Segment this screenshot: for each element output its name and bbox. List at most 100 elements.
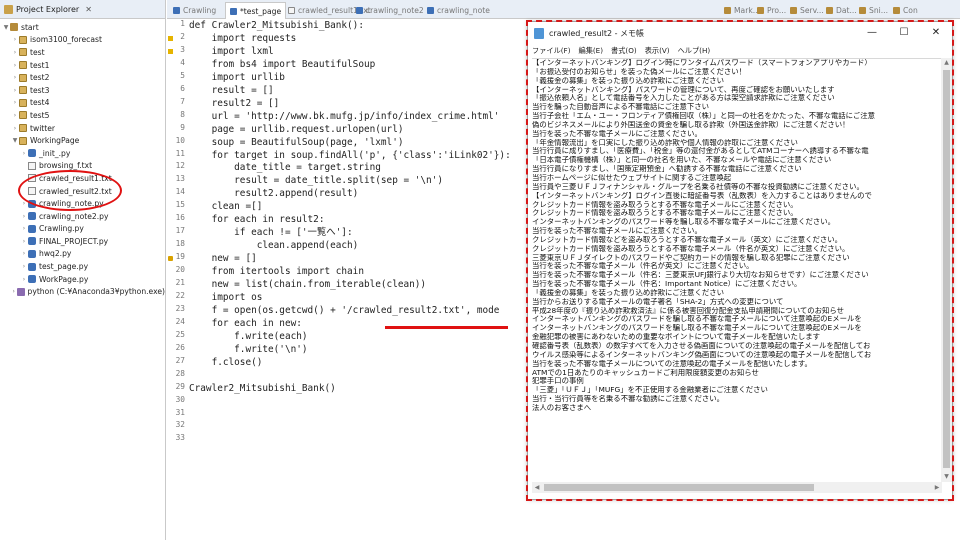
tree-item[interactable]: ▼ start	[0, 21, 165, 34]
tree-item[interactable]: › twitter	[0, 122, 165, 135]
chevron-right-icon[interactable]: ›	[20, 238, 28, 245]
chevron-right-icon[interactable]: ›	[20, 150, 28, 157]
tree-item[interactable]: › hwq2.py	[0, 248, 165, 261]
tree-item-label: hwq2.py	[39, 249, 72, 259]
notepad-menu-item[interactable]: ヘルプ(H)	[678, 46, 711, 56]
editor-tab[interactable]: crawling_note	[423, 2, 494, 19]
notepad-menu-item[interactable]: 編集(E)	[579, 46, 604, 56]
chevron-right-icon[interactable]: ›	[20, 263, 28, 270]
chevron-right-icon[interactable]: ›	[11, 112, 19, 119]
chevron-right-icon[interactable]: ›	[20, 225, 28, 232]
close-button[interactable]: ✕	[920, 22, 952, 44]
tree-item[interactable]: › python (C:¥Anaconda3¥python.exe)	[0, 285, 165, 298]
vertical-scrollbar[interactable]: ▲ ▼	[941, 58, 952, 482]
chevron-right-icon[interactable]: ›	[20, 213, 28, 220]
chevron-right-icon[interactable]: ›	[11, 74, 19, 81]
notepad-text-line: 当行を装った不審な電子メールについての注意喚起の電子メールを配信いたします。	[532, 359, 812, 368]
notepad-text-line: 当行子会社「エム・ユー・フロンティア債権回収（株）」と同一の社名をかたった、不審…	[532, 112, 876, 121]
chevron-right-icon[interactable]: ›	[11, 288, 17, 295]
chevron-right-icon[interactable]: ›	[11, 62, 19, 69]
chevron-right-icon[interactable]: ›	[11, 125, 19, 132]
scroll-left-icon[interactable]: ◀	[532, 482, 542, 493]
code-line: soup = BeautifulSoup(page, 'lxml')	[189, 136, 404, 148]
editor-tab[interactable]: Pro...	[753, 2, 790, 19]
line-number: 15	[175, 200, 185, 210]
code-line: from itertools import chain	[189, 266, 364, 278]
package-icon	[19, 61, 27, 70]
editor-tab[interactable]: Sni...	[855, 2, 892, 19]
editor-tab[interactable]: Crawling	[169, 2, 220, 19]
tree-item-label: test4	[30, 98, 50, 108]
tree-item-label: Crawling.py	[39, 224, 84, 234]
project-folder-icon	[10, 23, 18, 32]
tree-item[interactable]: › test3	[0, 84, 165, 97]
chevron-right-icon[interactable]: ›	[20, 250, 28, 257]
tree-item[interactable]: › WorkPage.py	[0, 273, 165, 286]
notepad-menu-item[interactable]: 書式(O)	[611, 46, 637, 56]
highlight-circle	[18, 170, 122, 211]
notepad-title-bar[interactable]: crawled_result2 - メモ帳 — ☐ ✕	[528, 22, 952, 44]
chevron-down-icon[interactable]: ▼	[11, 137, 19, 144]
editor-tab[interactable]: *test_page	[225, 2, 287, 19]
chevron-right-icon[interactable]: ›	[11, 36, 19, 43]
notepad-menu-item[interactable]: ファイル(F)	[532, 46, 571, 56]
scroll-right-icon[interactable]: ▶	[932, 482, 942, 493]
tree-item[interactable]: › Crawling.py	[0, 223, 165, 236]
chevron-right-icon[interactable]: ›	[11, 99, 19, 106]
horizontal-scrollbar[interactable]: ◀ ▶	[532, 482, 942, 493]
notepad-text-line: 犯罪手口の事例	[532, 377, 584, 386]
explorer-tab-bar: Project Explorer ✕	[0, 0, 165, 19]
line-number: 3	[180, 44, 185, 54]
tree-item[interactable]: › FINAL_PROJECT.py	[0, 235, 165, 248]
maximize-button[interactable]: ☐	[888, 22, 920, 44]
notepad-text-line: クレジットカード情報などを盗み取ろうとする不審な電子メール（英文）にご注意くださ…	[532, 235, 843, 244]
scrollbar-thumb[interactable]	[943, 70, 950, 468]
tree-item[interactable]: › isom3100_forecast	[0, 34, 165, 47]
tree-item[interactable]: › test1	[0, 59, 165, 72]
tree-item[interactable]: › test_page.py	[0, 260, 165, 273]
python-file-icon	[28, 262, 36, 271]
scroll-up-icon[interactable]: ▲	[941, 58, 952, 68]
line-number: 21	[175, 278, 185, 287]
line-number: 26	[175, 342, 185, 352]
warning-icon[interactable]	[168, 35, 173, 41]
python-file-icon	[28, 237, 36, 246]
minimize-button[interactable]: —	[856, 22, 888, 44]
notepad-text-area[interactable]: 【インターネットバンキング】ログイン時にワンタイムパスワード（スマートフォンアプ…	[532, 58, 942, 482]
code-line: clean.append(each)	[189, 240, 359, 252]
tree-item[interactable]: › _init_.py	[0, 147, 165, 160]
scrollbar-thumb[interactable]	[544, 484, 814, 491]
notepad-text-line: 「義援金の募集」を装った振り込め詐欺にご注意ください	[532, 76, 725, 85]
tree-item[interactable]: › test	[0, 46, 165, 59]
python-interpreter-icon	[16, 287, 25, 296]
notepad-text-line: 【インターネットバンキング】パスワードの管理について、再度ご確認をお願いいたしま…	[532, 85, 835, 94]
close-icon[interactable]: ✕	[85, 5, 92, 14]
tree-item[interactable]: › test4	[0, 97, 165, 110]
info-icon[interactable]	[168, 256, 173, 262]
line-number: 12	[175, 161, 185, 171]
notepad-menu-item[interactable]: 表示(V)	[645, 46, 670, 56]
scroll-down-icon[interactable]: ▼	[941, 472, 952, 482]
notepad-text-line: 「年金情報流出」を口実にした振り込め詐欺や個人情報の詐取にご注意ください	[532, 138, 798, 147]
tree-item[interactable]: › crawling_note2.py	[0, 210, 165, 223]
python-file-icon	[173, 7, 180, 14]
tree-item[interactable]: › test2	[0, 71, 165, 84]
tree-item[interactable]: ▼ WorkingPage	[0, 134, 165, 147]
chevron-right-icon[interactable]: ›	[11, 87, 19, 94]
warning-icon[interactable]	[168, 48, 173, 54]
tree-item[interactable]: › test5	[0, 109, 165, 122]
python-file-icon	[28, 224, 36, 233]
editor-tab[interactable]: crawling_note2	[352, 2, 428, 19]
python-file-icon	[28, 275, 36, 284]
tab-project-explorer[interactable]: Project Explorer ✕	[4, 4, 92, 14]
line-number: 14	[175, 187, 185, 197]
text-file-icon	[28, 161, 36, 170]
code-line: def Crawler2_Mitsubishi_Bank():	[189, 20, 364, 31]
line-number: 18	[175, 239, 185, 249]
chevron-right-icon[interactable]: ›	[11, 49, 19, 56]
chevron-right-icon[interactable]: ›	[20, 276, 28, 283]
notepad-text-line: 「日本電子債権機構（株）」と同一の社名を用いた、不審なメールや電話にご注意くださ…	[532, 156, 832, 165]
chevron-down-icon[interactable]: ▼	[2, 24, 10, 31]
editor-tab[interactable]: Con	[889, 2, 922, 19]
code-area[interactable]: def Crawler2_Mitsubishi_Bank(): import r…	[189, 19, 549, 540]
